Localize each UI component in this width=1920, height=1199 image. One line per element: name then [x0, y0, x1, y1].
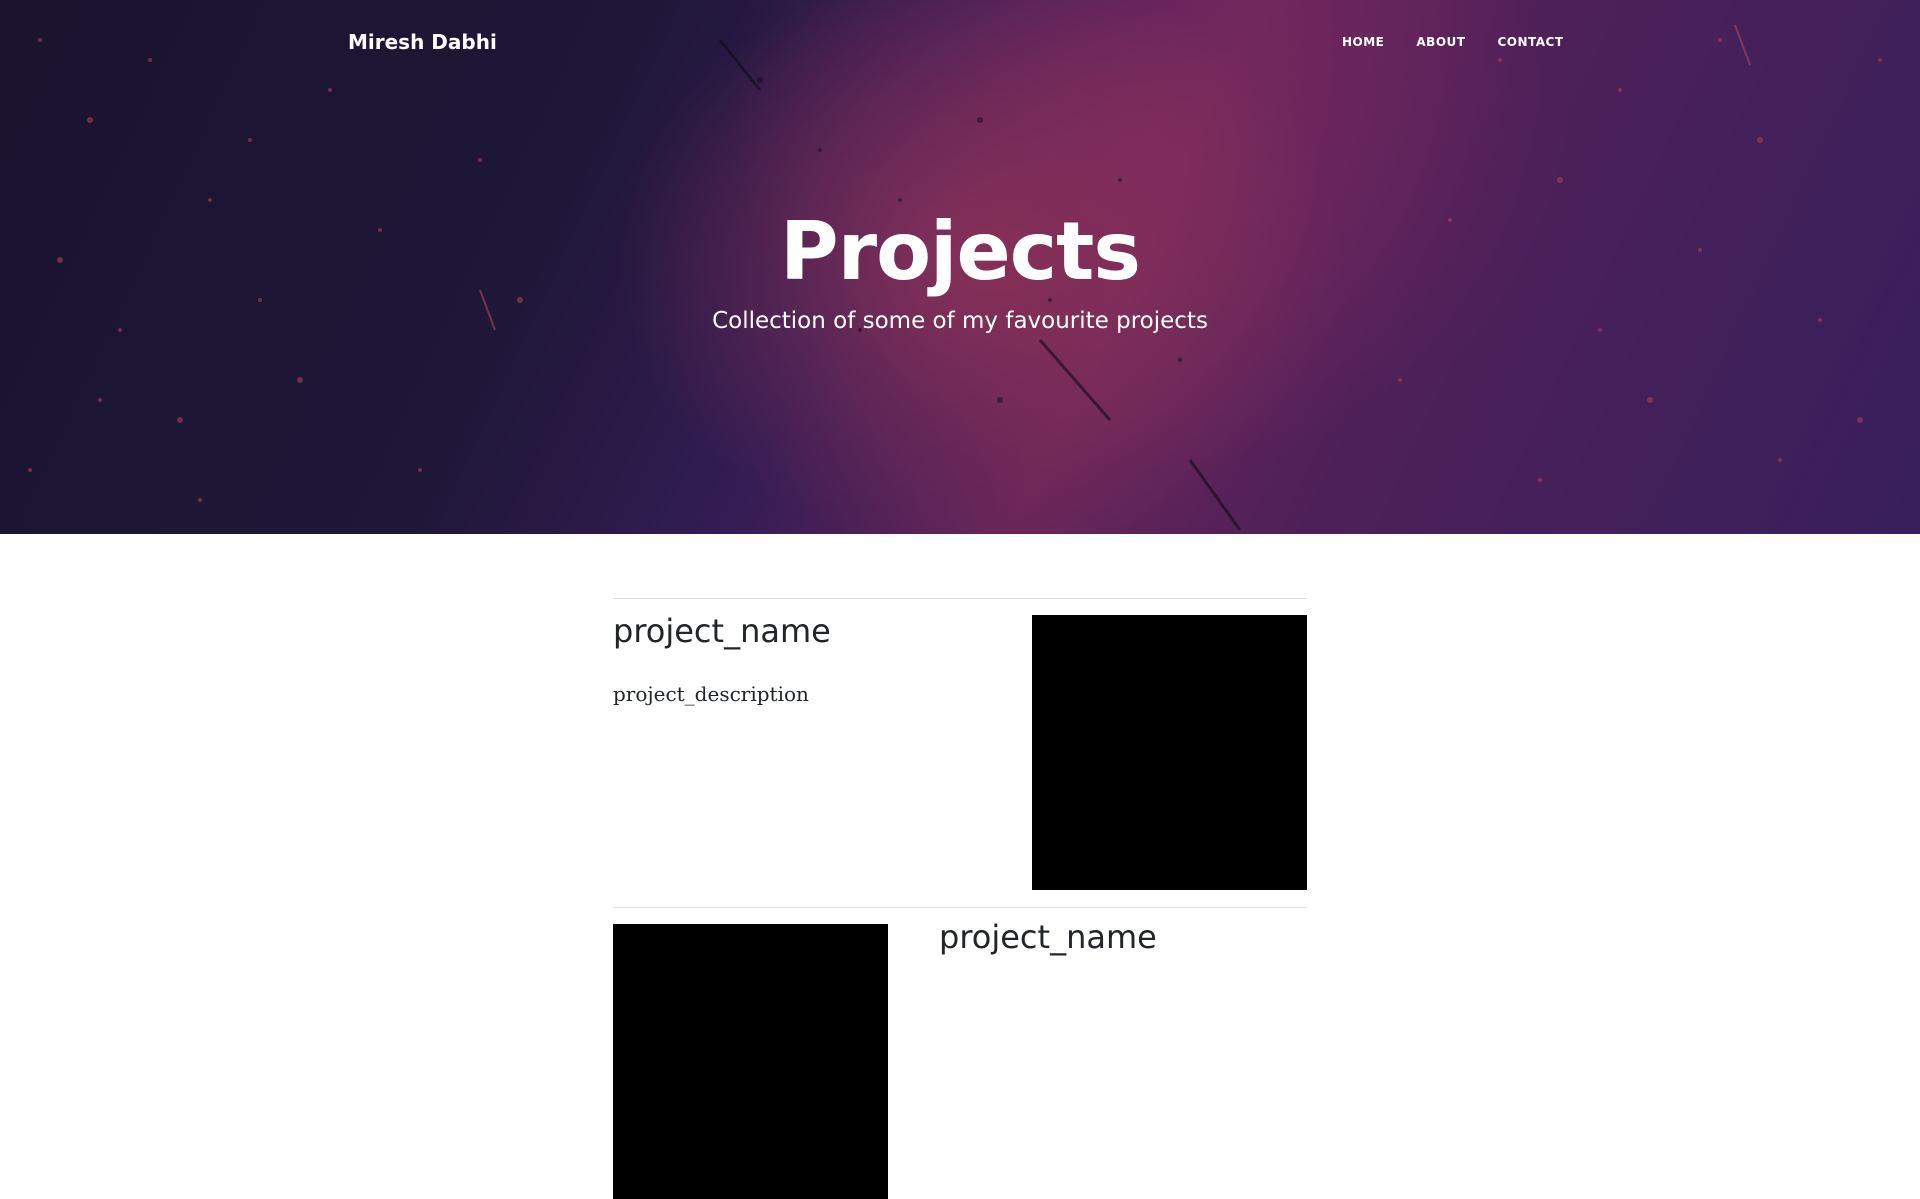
brand-link[interactable]: Miresh Dabhi	[348, 30, 497, 54]
divider	[613, 598, 1307, 599]
project-image[interactable]	[1032, 615, 1307, 890]
project-title[interactable]: project_name	[939, 918, 1157, 956]
main-content: project_name project_description project…	[0, 534, 1920, 1199]
project-title[interactable]: project_name	[613, 612, 831, 650]
nav-link-about[interactable]: ABOUT	[1416, 35, 1465, 49]
masthead: Miresh Dabhi HOME ABOUT CONTACT Projects…	[0, 0, 1920, 534]
page-subtitle: Collection of some of my favourite proje…	[712, 308, 1208, 334]
nav-link-home[interactable]: HOME	[1342, 35, 1384, 49]
hero-heading: Projects Collection of some of my favour…	[0, 205, 1920, 335]
nav-links: HOME ABOUT CONTACT	[1342, 35, 1564, 49]
project-description: project_description	[613, 682, 809, 706]
project-image[interactable]	[613, 924, 888, 1199]
divider	[613, 907, 1307, 908]
page-title: Projects	[779, 205, 1141, 298]
nav-link-contact[interactable]: CONTACT	[1497, 35, 1563, 49]
navbar: Miresh Dabhi HOME ABOUT CONTACT	[0, 0, 1920, 86]
